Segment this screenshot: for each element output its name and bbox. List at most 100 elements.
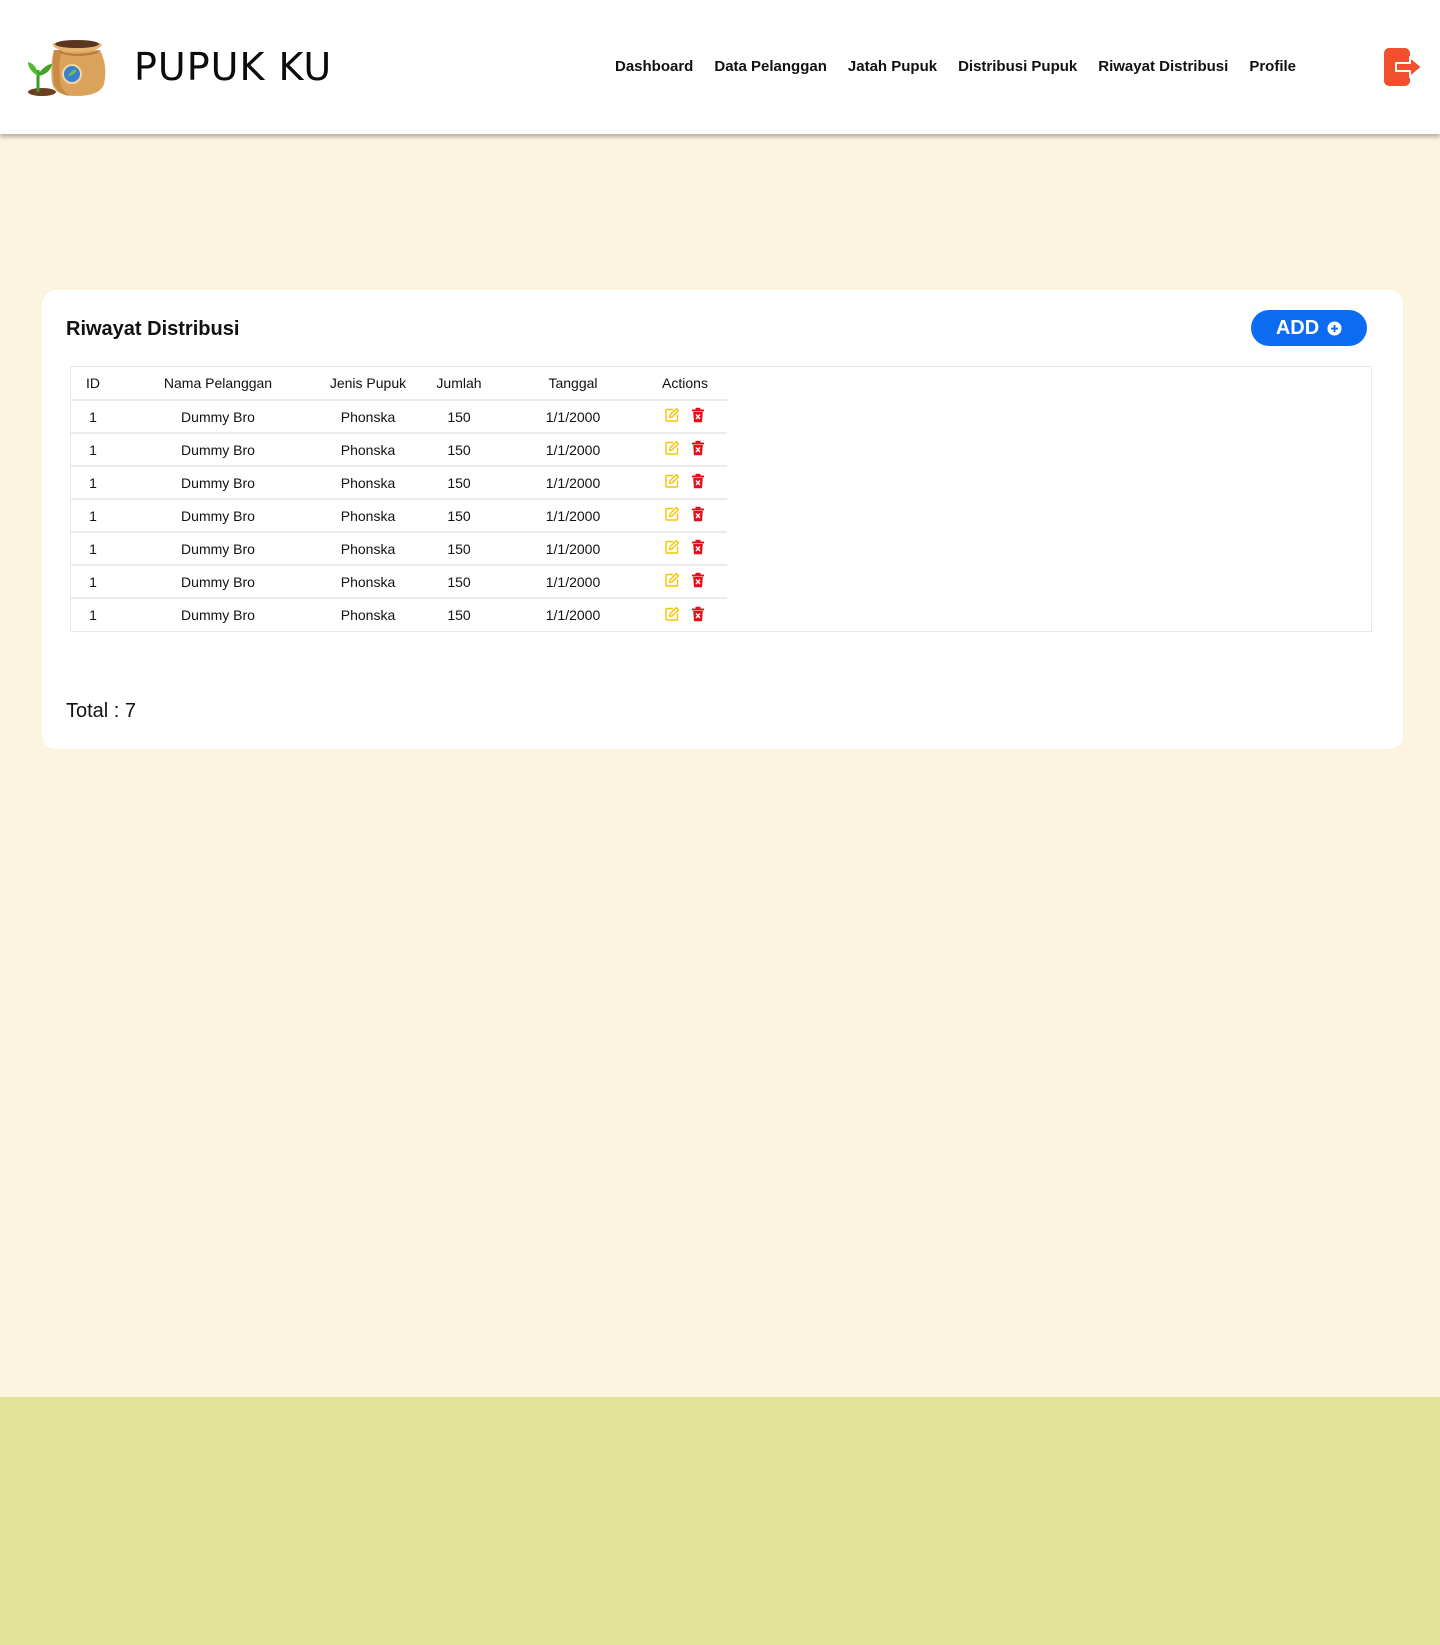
trash-icon — [692, 473, 704, 489]
cell-id: 1 — [71, 399, 115, 433]
main-nav: Dashboard Data Pelanggan Jatah Pupuk Dis… — [615, 54, 1296, 80]
cell-actions — [643, 597, 727, 631]
cell-nama: Dummy Bro — [115, 564, 321, 598]
delete-button[interactable] — [690, 407, 706, 423]
add-button[interactable]: ADD — [1251, 310, 1367, 346]
footer-band — [0, 1397, 1440, 1645]
nav-item-jatah-pupuk[interactable]: Jatah Pupuk — [848, 54, 937, 80]
edit-icon — [665, 539, 680, 554]
top-header: PUPUK KU Dashboard Data Pelanggan Jatah … — [0, 0, 1440, 134]
table-row: 1 Dummy Bro Phonska 150 1/1/2000 — [71, 564, 727, 598]
table-row: 1 Dummy Bro Phonska 150 1/1/2000 — [71, 531, 727, 565]
cell-tanggal: 1/1/2000 — [503, 498, 643, 532]
cell-jenis: Phonska — [321, 432, 415, 466]
table-header-row: ID Nama Pelanggan Jenis Pupuk Jumlah Tan… — [71, 367, 727, 400]
edit-button[interactable] — [664, 572, 680, 588]
add-button-label: ADD — [1275, 316, 1320, 339]
delete-button[interactable] — [690, 473, 706, 489]
riwayat-card: Riwayat Distribusi ADD ID Nama Pelanggan… — [42, 290, 1403, 749]
fertilizer-sack-icon — [28, 40, 106, 96]
edit-icon — [665, 440, 680, 455]
col-header-tanggal: Tanggal — [548, 375, 598, 391]
cell-tanggal: 1/1/2000 — [503, 597, 643, 631]
brand-title: PUPUK KU — [134, 45, 333, 89]
table-row: 1 Dummy Bro Phonska 150 1/1/2000 — [71, 432, 727, 466]
cell-jenis: Phonska — [321, 465, 415, 499]
table-row: 1 Dummy Bro Phonska 150 1/1/2000 — [71, 597, 727, 631]
cell-tanggal: 1/1/2000 — [503, 432, 643, 466]
table-row: 1 Dummy Bro Phonska 150 1/1/2000 — [71, 399, 727, 433]
distribution-table: ID Nama Pelanggan Jenis Pupuk Jumlah Tan… — [70, 366, 1372, 632]
col-header-jumlah: Jumlah — [436, 375, 482, 391]
cell-id: 1 — [71, 564, 115, 598]
cell-id: 1 — [71, 597, 115, 631]
cell-nama: Dummy Bro — [115, 432, 321, 466]
edit-button[interactable] — [664, 440, 680, 456]
cell-tanggal: 1/1/2000 — [503, 399, 643, 433]
cell-actions — [643, 432, 727, 466]
table-row: 1 Dummy Bro Phonska 150 1/1/2000 — [71, 498, 727, 532]
edit-icon — [665, 407, 680, 422]
cell-nama: Dummy Bro — [115, 498, 321, 532]
delete-button[interactable] — [690, 539, 706, 555]
edit-button[interactable] — [664, 506, 680, 522]
trash-icon — [692, 539, 704, 555]
col-header-jenis: Jenis Pupuk — [329, 375, 407, 391]
col-header-actions: Actions — [662, 375, 708, 391]
cell-jumlah: 150 — [415, 399, 503, 433]
nav-item-profile[interactable]: Profile — [1249, 54, 1296, 80]
cell-id: 1 — [71, 432, 115, 466]
cell-actions — [643, 399, 727, 433]
edit-icon — [665, 606, 680, 621]
cell-jenis: Phonska — [321, 498, 415, 532]
cell-jumlah: 150 — [415, 564, 503, 598]
delete-button[interactable] — [690, 440, 706, 456]
cell-actions — [643, 564, 727, 598]
edit-icon — [665, 473, 680, 488]
edit-button[interactable] — [664, 407, 680, 423]
cell-actions — [643, 498, 727, 532]
cell-jumlah: 150 — [415, 531, 503, 565]
cell-id: 1 — [71, 531, 115, 565]
edit-button[interactable] — [664, 539, 680, 555]
trash-icon — [692, 407, 704, 423]
table-row: 1 Dummy Bro Phonska 150 1/1/2000 — [71, 465, 727, 499]
cell-tanggal: 1/1/2000 — [503, 564, 643, 598]
cell-nama: Dummy Bro — [115, 465, 321, 499]
cell-id: 1 — [71, 465, 115, 499]
cell-jumlah: 150 — [415, 465, 503, 499]
nav-item-dashboard[interactable]: Dashboard — [615, 54, 693, 80]
edit-button[interactable] — [664, 473, 680, 489]
cell-jenis: Phonska — [321, 531, 415, 565]
edit-icon — [665, 506, 680, 521]
edit-button[interactable] — [664, 606, 680, 622]
cell-tanggal: 1/1/2000 — [503, 465, 643, 499]
logout-icon[interactable] — [1384, 48, 1424, 86]
cell-jenis: Phonska — [321, 564, 415, 598]
trash-icon — [692, 606, 704, 621]
cell-jumlah: 150 — [415, 498, 503, 532]
cell-jumlah: 150 — [415, 597, 503, 631]
cell-jumlah: 150 — [415, 432, 503, 466]
delete-button[interactable] — [690, 506, 706, 522]
cell-nama: Dummy Bro — [115, 531, 321, 565]
trash-icon — [692, 506, 704, 522]
total-count: Total : 7 — [66, 700, 137, 722]
cell-nama: Dummy Bro — [115, 399, 321, 433]
col-header-nama: Nama Pelanggan — [163, 375, 273, 391]
trash-icon — [692, 440, 704, 456]
cell-jenis: Phonska — [321, 597, 415, 631]
cell-nama: Dummy Bro — [115, 597, 321, 631]
edit-icon — [665, 572, 680, 587]
delete-button[interactable] — [690, 572, 706, 588]
card-title: Riwayat Distribusi — [66, 318, 240, 340]
trash-icon — [692, 572, 704, 588]
plus-circle-icon — [1327, 320, 1342, 336]
cell-actions — [643, 465, 727, 499]
nav-item-riwayat-distribusi[interactable]: Riwayat Distribusi — [1098, 54, 1228, 80]
nav-item-data-pelanggan[interactable]: Data Pelanggan — [714, 54, 827, 80]
nav-item-distribusi-pupuk[interactable]: Distribusi Pupuk — [958, 54, 1077, 80]
col-header-id: ID — [86, 375, 100, 391]
delete-button[interactable] — [690, 606, 706, 622]
cell-tanggal: 1/1/2000 — [503, 531, 643, 565]
